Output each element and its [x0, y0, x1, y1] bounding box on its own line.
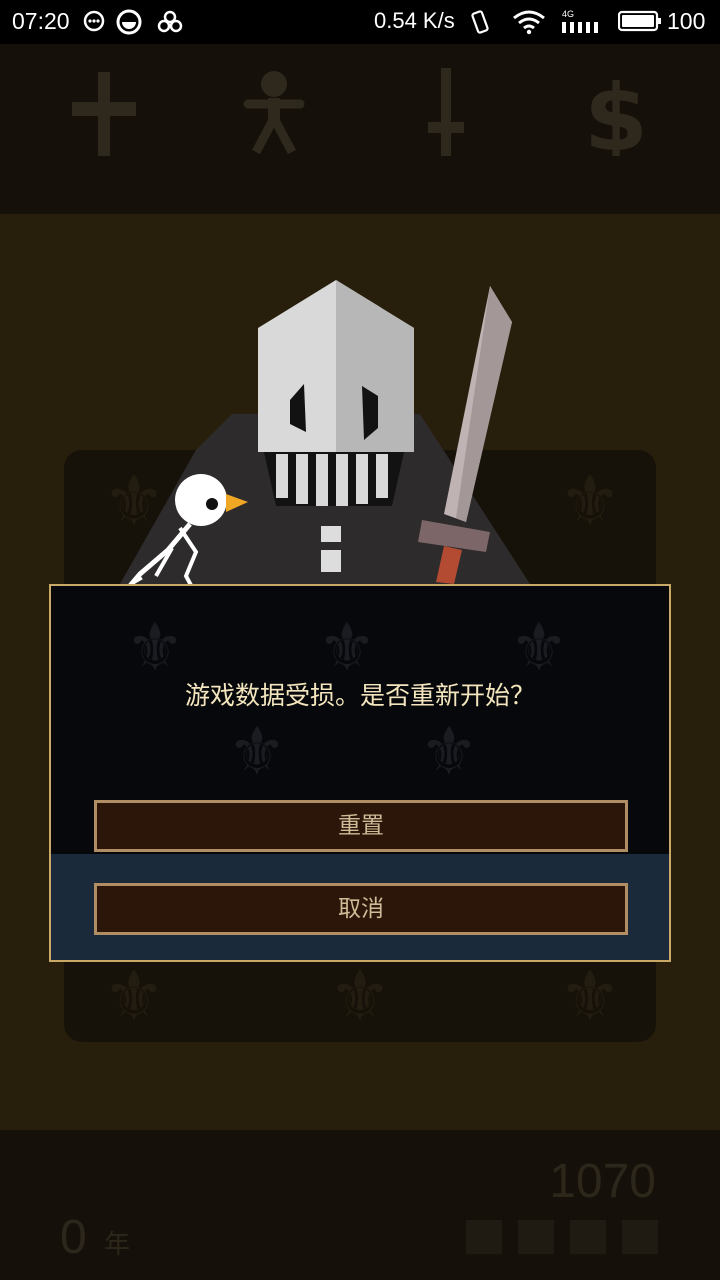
- chat-icon: [83, 10, 105, 32]
- network-type-label: 4G: [562, 9, 574, 19]
- reset-button[interactable]: 重置: [94, 800, 628, 852]
- svg-text:⚜: ⚜: [227, 713, 286, 790]
- svg-text:⚜: ⚜: [419, 713, 478, 790]
- score-value: 1070: [549, 1155, 656, 1208]
- svg-text:$: $: [584, 66, 648, 156]
- bottom-bar: 0 年 1070: [0, 1130, 720, 1280]
- sword-icon: [428, 68, 464, 156]
- stats-bar: $: [0, 44, 720, 214]
- svg-text:⚜: ⚜: [317, 609, 376, 686]
- dollar-icon: $: [584, 66, 648, 156]
- cross-icon: [72, 72, 136, 156]
- svg-text:⚜: ⚜: [509, 609, 568, 686]
- cellular-signal-icon: 4G: [562, 9, 598, 33]
- app-notification-icon: [116, 9, 142, 35]
- inventory-slot: [570, 1220, 606, 1254]
- years-unit-label: 年: [104, 1230, 131, 1260]
- battery-level: 100: [667, 8, 706, 34]
- network-speed: 0.54 K/s: [374, 8, 455, 33]
- person-icon: [243, 71, 305, 155]
- battery-icon: [618, 10, 661, 32]
- cloud-link-icon: [157, 10, 183, 33]
- cancel-button[interactable]: 取消: [94, 883, 628, 935]
- inventory-slot: [622, 1220, 658, 1254]
- wifi-icon: [513, 10, 545, 35]
- svg-text:⚜: ⚜: [125, 609, 184, 686]
- vibrate-icon: [471, 10, 489, 34]
- years-value: 0: [60, 1211, 87, 1264]
- dialog-message: 游戏数据受损。是否重新开始？: [184, 681, 535, 710]
- inventory-slot: [466, 1220, 502, 1254]
- status-time: 07:20: [12, 8, 70, 34]
- corrupted-data-dialog: ⚜ ⚜ ⚜ ⚜ ⚜ 游戏数据受损。是否重新开始？ 重置 取消: [49, 584, 671, 962]
- inventory-slot: [518, 1220, 554, 1254]
- status-bar: 07:20 0.54 K/s 4G 100: [0, 0, 720, 44]
